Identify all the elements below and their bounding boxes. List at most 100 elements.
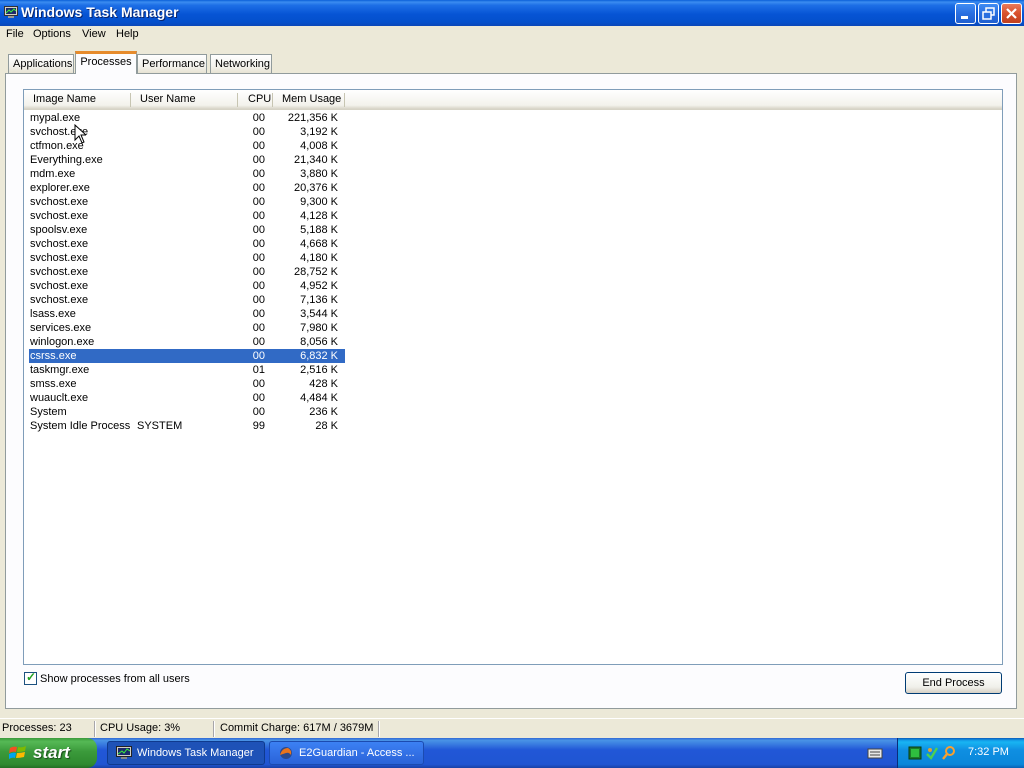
cpu-cell: 00	[252, 392, 265, 404]
column-cpu[interactable]: CPU	[248, 93, 271, 105]
process-name-cell: csrss.exe	[30, 350, 77, 362]
table-row[interactable]: System 00 236 K	[29, 405, 345, 419]
status-divider	[213, 721, 215, 737]
column-mem-usage[interactable]: Mem Usage	[282, 93, 341, 105]
table-row[interactable]: csrss.exe 00 6,832 K	[29, 349, 345, 363]
column-divider[interactable]	[237, 93, 238, 107]
table-row[interactable]: svchost.exe 00 4,128 K	[29, 209, 345, 223]
tab-processes[interactable]: Processes	[75, 51, 137, 74]
column-divider[interactable]	[272, 93, 273, 107]
table-row[interactable]: svchost.exe 00 4,180 K	[29, 251, 345, 265]
cpu-cell: 00	[252, 140, 265, 152]
cpu-cell: 00	[252, 168, 265, 180]
table-row[interactable]: taskmgr.exe 01 2,516 K	[29, 363, 345, 377]
mem-usage-cell: 3,544 K	[300, 308, 338, 320]
table-row[interactable]: Everything.exe 00 21,340 K	[29, 153, 345, 167]
show-all-users-label[interactable]: Show processes from all users	[40, 673, 190, 685]
status-divider	[94, 721, 96, 737]
mem-usage-cell: 3,192 K	[300, 126, 338, 138]
tray-security-icon[interactable]	[925, 746, 939, 760]
process-name-cell: winlogon.exe	[30, 336, 95, 348]
mem-usage-cell: 4,180 K	[300, 252, 338, 264]
firefox-icon	[280, 747, 292, 759]
process-name-cell: svchost.exe	[30, 266, 89, 278]
table-row[interactable]: winlogon.exe 00 8,056 K	[29, 335, 345, 349]
column-user-name[interactable]: User Name	[140, 93, 196, 105]
system-tray: 7:32 PM	[897, 738, 1024, 768]
menu-view[interactable]: View	[82, 28, 106, 40]
table-row[interactable]: spoolsv.exe 00 5,188 K	[29, 223, 345, 237]
table-row[interactable]: svchost.exe 00 4,668 K	[29, 237, 345, 251]
table-row[interactable]: explorer.exe 00 20,376 K	[29, 181, 345, 195]
tray-app-icon[interactable]	[908, 746, 922, 760]
column-divider[interactable]	[130, 93, 131, 107]
process-list[interactable]: Image Name User Name CPU Mem Usage mypal…	[23, 89, 1003, 665]
restore-button[interactable]	[978, 3, 999, 24]
mem-usage-cell: 4,008 K	[300, 140, 338, 152]
menu-options[interactable]: Options	[33, 28, 71, 40]
table-row[interactable]: svchost.exe 00 4,952 K	[29, 279, 345, 293]
window-title: Windows Task Manager	[21, 4, 179, 20]
status-bar: Processes: 23 CPU Usage: 3% Commit Charg…	[0, 718, 1024, 738]
cpu-cell: 00	[252, 112, 265, 124]
show-all-users-checkbox[interactable]: ✓	[24, 670, 37, 685]
table-row[interactable]: smss.exe 00 428 K	[29, 377, 345, 391]
process-name-cell: mdm.exe	[30, 168, 76, 180]
cpu-cell: 00	[252, 210, 265, 222]
column-image-name[interactable]: Image Name	[33, 93, 96, 105]
process-name-cell: mypal.exe	[30, 112, 81, 124]
task-manager-icon	[116, 746, 132, 759]
clock[interactable]: 7:32 PM	[968, 746, 1009, 758]
table-row[interactable]: lsass.exe 00 3,544 K	[29, 307, 345, 321]
table-row[interactable]: System Idle Process SYSTEM 99 28 K	[29, 419, 345, 433]
table-row[interactable]: svchost.exe 00 7,136 K	[29, 293, 345, 307]
tab-performance[interactable]: Performance	[137, 54, 207, 73]
mem-usage-cell: 6,832 K	[300, 350, 338, 362]
cpu-cell: 00	[252, 266, 265, 278]
mem-usage-cell: 4,484 K	[300, 392, 338, 404]
cpu-cell: 00	[252, 294, 265, 306]
list-header: Image Name User Name CPU Mem Usage	[24, 90, 1002, 110]
menu-help[interactable]: Help	[116, 28, 139, 40]
tab-networking[interactable]: Networking	[210, 54, 272, 73]
process-name-cell: svchost.exe	[30, 280, 89, 292]
taskbar-item-label: Windows Task Manager	[137, 747, 254, 759]
table-row[interactable]: services.exe 00 7,980 K	[29, 321, 345, 335]
status-divider	[378, 721, 380, 737]
status-commit-charge: Commit Charge: 617M / 3679M	[220, 722, 374, 734]
end-process-button[interactable]: End Process	[905, 672, 1002, 694]
mem-usage-cell: 221,356 K	[287, 112, 338, 124]
column-divider[interactable]	[344, 93, 345, 107]
cpu-cell: 99	[252, 420, 265, 432]
table-row[interactable]: svchost.exe 00 9,300 K	[29, 195, 345, 209]
restore-icon	[982, 7, 995, 20]
process-name-cell: svchost.exe	[30, 294, 89, 306]
table-row[interactable]: svchost.exe 00 28,752 K	[29, 265, 345, 279]
menu-file[interactable]: File	[6, 28, 24, 40]
user-name-cell: SYSTEM	[137, 420, 183, 432]
minimize-icon	[961, 16, 968, 19]
title-bar: Windows Task Manager	[0, 0, 1024, 26]
process-name-cell: explorer.exe	[30, 182, 90, 194]
process-name-cell: svchost.exe	[30, 210, 89, 222]
table-row[interactable]: wuauclt.exe 00 4,484 K	[29, 391, 345, 405]
cpu-cell: 00	[252, 378, 265, 390]
taskbar-item-e2guardian[interactable]: E2Guardian - Access ...	[269, 741, 424, 765]
cpu-cell: 00	[252, 224, 265, 236]
table-row[interactable]: mdm.exe 00 3,880 K	[29, 167, 345, 181]
magnifier-icon[interactable]	[942, 746, 956, 760]
keyboard-icon[interactable]	[867, 745, 883, 761]
table-row[interactable]: mypal.exe 00 221,356 K	[29, 111, 345, 125]
start-label: start	[33, 743, 70, 762]
close-button[interactable]	[1001, 3, 1022, 24]
taskbar-item-task-manager[interactable]: Windows Task Manager	[107, 741, 265, 765]
mem-usage-cell: 4,128 K	[300, 210, 338, 222]
mem-usage-cell: 28 K	[315, 420, 338, 432]
cpu-cell: 00	[252, 280, 265, 292]
cpu-cell: 00	[252, 406, 265, 418]
start-button[interactable]: start	[0, 738, 97, 768]
close-icon	[1006, 8, 1017, 19]
mem-usage-cell: 9,300 K	[300, 196, 338, 208]
tab-applications[interactable]: Applications	[8, 54, 74, 73]
minimize-button[interactable]	[955, 3, 976, 24]
